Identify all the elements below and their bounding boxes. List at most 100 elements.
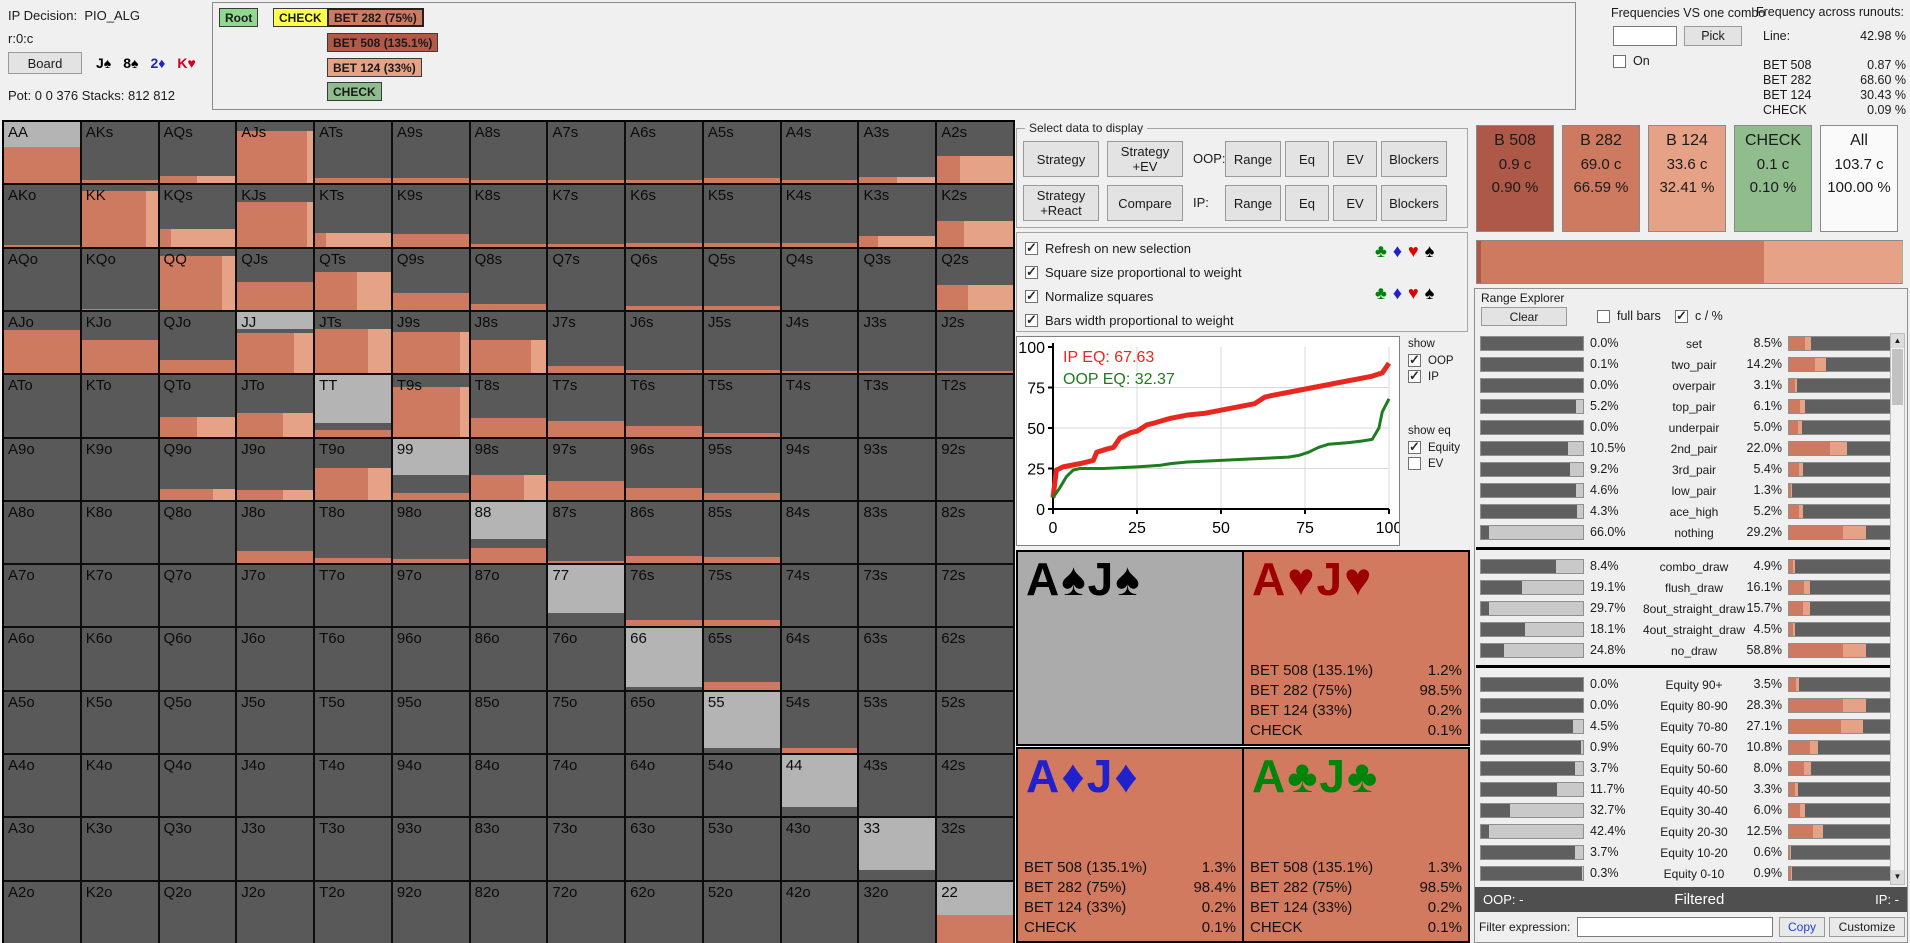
hand-cell-A3s[interactable]: A3s: [859, 122, 937, 185]
hand-cell-74s[interactable]: 74s: [782, 565, 860, 628]
tree-node-bet-508-135-1-[interactable]: BET 508 (135.1%): [327, 33, 438, 52]
hand-cell-93o[interactable]: 93o: [393, 818, 471, 881]
range-row-nothing[interactable]: 66.0%nothing29.2%: [1476, 522, 1892, 543]
hand-cell-66[interactable]: 66: [626, 628, 704, 691]
hand-cell-82o[interactable]: 82o: [471, 882, 549, 943]
range-row-combo-draw[interactable]: 8.4%combo_draw4.9%: [1476, 556, 1892, 577]
action-col-check[interactable]: CHECK0.1 c0.10 %: [1734, 125, 1812, 232]
hand-cell-KQo[interactable]: KQo: [82, 249, 160, 312]
hand-cell-QTs[interactable]: QTs: [315, 249, 393, 312]
hand-cell-T9o[interactable]: T9o: [315, 439, 393, 502]
hand-cell-86o[interactable]: 86o: [471, 628, 549, 691]
strategy-react-button[interactable]: Strategy +React: [1023, 185, 1099, 221]
hand-cell-54o[interactable]: 54o: [704, 755, 782, 818]
hand-cell-97o[interactable]: 97o: [393, 565, 471, 628]
range-row-2nd-pair[interactable]: 10.5%2nd_pair22.0%: [1476, 438, 1892, 459]
hand-cell-75s[interactable]: 75s: [704, 565, 782, 628]
pick-button[interactable]: Pick: [1684, 26, 1742, 46]
filter-expression-input[interactable]: [1577, 917, 1773, 937]
hand-cell-A5s[interactable]: A5s: [704, 122, 782, 185]
hand-cell-J2o[interactable]: J2o: [237, 882, 315, 943]
hand-cell-T4s[interactable]: T4s: [782, 375, 860, 438]
hand-cell-Q5s[interactable]: Q5s: [704, 249, 782, 312]
club-suit-icon[interactable]: ♣: [1375, 241, 1387, 262]
hand-cell-22[interactable]: 22: [937, 882, 1015, 943]
spade-suit-icon[interactable]: ♠: [1425, 283, 1435, 304]
hand-cell-KTo[interactable]: KTo: [82, 375, 160, 438]
action-col-all[interactable]: All103.7 c100.00 %: [1820, 125, 1898, 232]
hand-cell-A2o[interactable]: A2o: [4, 882, 82, 943]
ip-blockers-button[interactable]: Blockers: [1381, 185, 1447, 221]
hand-cell-T4o[interactable]: T4o: [315, 755, 393, 818]
hand-cell-T7o[interactable]: T7o: [315, 565, 393, 628]
hand-cell-72o[interactable]: 72o: [548, 882, 626, 943]
hand-cell-J8o[interactable]: J8o: [237, 502, 315, 565]
hand-cell-K7o[interactable]: K7o: [82, 565, 160, 628]
hand-cell-98s[interactable]: 98s: [471, 439, 549, 502]
hand-cell-J9o[interactable]: J9o: [237, 439, 315, 502]
hand-cell-42s[interactable]: 42s: [937, 755, 1015, 818]
range-row-equity-20-30[interactable]: 42.4%Equity 20-3012.5%: [1476, 821, 1892, 842]
hand-cell-A5o[interactable]: A5o: [4, 692, 82, 755]
hand-cell-76s[interactable]: 76s: [626, 565, 704, 628]
hand-cell-A2s[interactable]: A2s: [937, 122, 1015, 185]
hand-cell-86s[interactable]: 86s: [626, 502, 704, 565]
show-ev-checkbox[interactable]: [1408, 457, 1421, 470]
hand-cell-J5s[interactable]: J5s: [704, 312, 782, 375]
hand-cell-93s[interactable]: 93s: [859, 439, 937, 502]
hand-cell-97s[interactable]: 97s: [548, 439, 626, 502]
ip-range-button[interactable]: Range: [1225, 185, 1281, 221]
hand-cell-96o[interactable]: 96o: [393, 628, 471, 691]
hand-cell-J4s[interactable]: J4s: [782, 312, 860, 375]
hand-cell-AA[interactable]: AA: [4, 122, 82, 185]
hand-cell-44[interactable]: 44: [782, 755, 860, 818]
hand-cell-Q5o[interactable]: Q5o: [160, 692, 238, 755]
hand-cell-83s[interactable]: 83s: [859, 502, 937, 565]
range-row-underpair[interactable]: 0.0%underpair5.0%: [1476, 417, 1892, 438]
hand-cell-A9o[interactable]: A9o: [4, 439, 82, 502]
hand-cell-Q4o[interactable]: Q4o: [160, 755, 238, 818]
hand-cell-Q8o[interactable]: Q8o: [160, 502, 238, 565]
hand-cell-T6o[interactable]: T6o: [315, 628, 393, 691]
hand-cell-QJo[interactable]: QJo: [160, 312, 238, 375]
tree-node-bet-124-33-[interactable]: BET 124 (33%): [327, 58, 422, 77]
hand-cell-ATo[interactable]: ATo: [4, 375, 82, 438]
show-ip-row[interactable]: IP: [1408, 370, 1468, 383]
hand-cell-92o[interactable]: 92o: [393, 882, 471, 943]
hand-cell-Q3o[interactable]: Q3o: [160, 818, 238, 881]
on-checkbox-row[interactable]: On: [1613, 54, 1650, 68]
hand-cell-AKs[interactable]: AKs: [82, 122, 160, 185]
spade-suit-icon[interactable]: ♠: [1425, 241, 1435, 262]
range-row-equity-70-80[interactable]: 4.5%Equity 70-8027.1%: [1476, 716, 1892, 737]
hand-cell-64o[interactable]: 64o: [626, 755, 704, 818]
hand-cell-63s[interactable]: 63s: [859, 628, 937, 691]
hand-cell-K5s[interactable]: K5s: [704, 185, 782, 248]
tree-node-check[interactable]: CHECK: [273, 8, 328, 27]
hand-cell-K4s[interactable]: K4s: [782, 185, 860, 248]
action-col-b-282[interactable]: B 28269.0 c66.59 %: [1562, 125, 1640, 232]
hand-cell-75o[interactable]: 75o: [548, 692, 626, 755]
hand-cell-33[interactable]: 33: [859, 818, 937, 881]
hand-cell-JJ[interactable]: JJ: [237, 312, 315, 375]
hand-cell-J9s[interactable]: J9s: [393, 312, 471, 375]
hand-cell-A6s[interactable]: A6s: [626, 122, 704, 185]
hand-cell-AJo[interactable]: AJo: [4, 312, 82, 375]
hand-cell-32o[interactable]: 32o: [859, 882, 937, 943]
hand-cell-85o[interactable]: 85o: [471, 692, 549, 755]
option-row-0[interactable]: Refresh on new selection: [1025, 241, 1191, 256]
hand-cell-85s[interactable]: 85s: [704, 502, 782, 565]
hand-cell-T5o[interactable]: T5o: [315, 692, 393, 755]
diamond-suit-icon[interactable]: ♦: [1393, 241, 1402, 262]
range-row-top-pair[interactable]: 5.2%top_pair6.1%: [1476, 396, 1892, 417]
hand-cell-T5s[interactable]: T5s: [704, 375, 782, 438]
hand-cell-J3s[interactable]: J3s: [859, 312, 937, 375]
hand-cell-43s[interactable]: 43s: [859, 755, 937, 818]
scroll-up-icon[interactable]: ▲: [1891, 334, 1904, 348]
board-button[interactable]: Board: [8, 52, 82, 74]
hand-cell-J3o[interactable]: J3o: [237, 818, 315, 881]
hand-cell-74o[interactable]: 74o: [548, 755, 626, 818]
hand-cell-Q2s[interactable]: Q2s: [937, 249, 1015, 312]
oop-ev-button[interactable]: EV: [1333, 141, 1377, 177]
option-row-3[interactable]: Bars width proportional to weight: [1025, 313, 1234, 328]
hand-cell-J8s[interactable]: J8s: [471, 312, 549, 375]
